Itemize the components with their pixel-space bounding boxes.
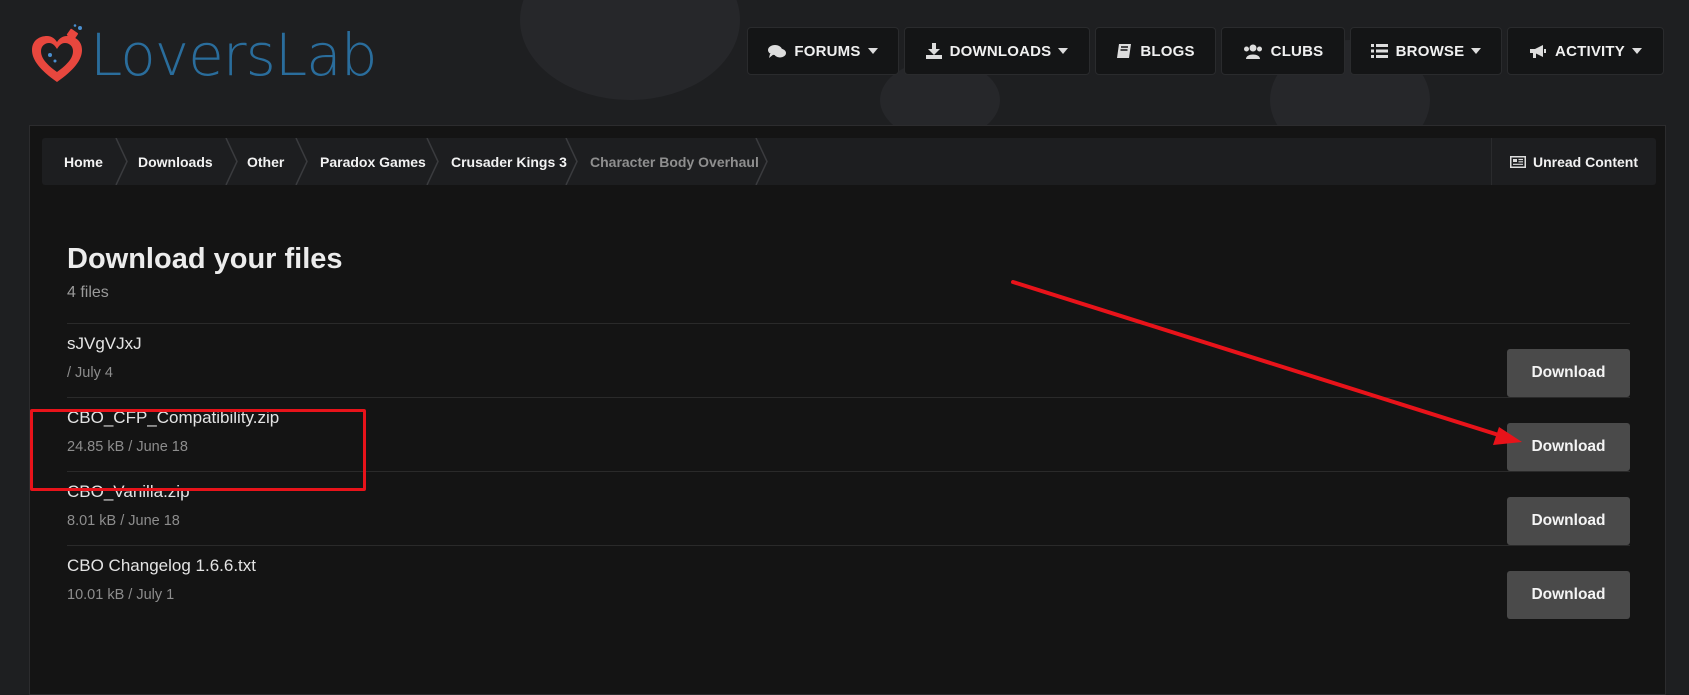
file-name: sJVgVJxJ xyxy=(67,334,142,353)
unread-content-link[interactable]: Unread Content xyxy=(1491,138,1656,185)
file-meta: 10.01 kB / July 1 xyxy=(67,587,175,603)
download-button-cbo-cfp-compatibility[interactable]: Download xyxy=(1507,423,1630,471)
nav-browse-label: BROWSE xyxy=(1395,42,1465,60)
site-logo[interactable]: LoversLab xyxy=(30,20,378,90)
file-row: CBO_CFP_Compatibility.zip 24.85 kB / Jun… xyxy=(67,398,1630,472)
chevron-down-icon xyxy=(867,48,878,54)
breadcrumb-separator xyxy=(295,138,308,185)
download-button-cbo-changelog[interactable]: Download xyxy=(1507,571,1630,619)
file-name: CBO_Vanilla.zip xyxy=(67,482,190,501)
nav-downloads[interactable]: DOWNLOADS xyxy=(904,27,1090,75)
nav-forums[interactable]: FORUMS xyxy=(747,27,899,75)
file-meta: 8.01 kB / June 18 xyxy=(67,513,180,529)
newspaper-icon xyxy=(1510,155,1526,168)
breadcrumb-crusader-kings-3[interactable]: Crusader Kings 3 xyxy=(451,138,567,185)
bullhorn-icon xyxy=(1529,44,1547,59)
file-row: sJVgVJxJ / July 4 xyxy=(67,324,1630,398)
file-meta: 24.85 kB / June 18 xyxy=(67,439,188,455)
file-name: CBO Changelog 1.6.6.txt xyxy=(67,556,257,575)
breadcrumb-separator xyxy=(426,138,439,185)
breadcrumb-paradox-games[interactable]: Paradox Games xyxy=(320,138,426,185)
file-meta: / July 4 xyxy=(67,365,113,381)
nav-browse[interactable]: BROWSE xyxy=(1350,27,1502,75)
nav-clubs[interactable]: CLUBS xyxy=(1221,27,1345,75)
comments-icon xyxy=(768,44,787,59)
list-icon xyxy=(1370,44,1388,58)
breadcrumb-separator xyxy=(565,138,578,185)
breadcrumb-separator xyxy=(755,138,768,185)
breadcrumb-separator xyxy=(225,138,238,185)
chevron-down-icon xyxy=(1058,48,1069,54)
file-row: CBO_Vanilla.zip 8.01 kB / June 18 xyxy=(67,472,1630,546)
nav-clubs-label: CLUBS xyxy=(1270,42,1324,60)
nav-activity-label: ACTIVITY xyxy=(1555,42,1625,60)
breadcrumb-separator xyxy=(115,138,128,185)
breadcrumb-other[interactable]: Other xyxy=(247,138,284,185)
heart-potion-icon xyxy=(30,24,84,86)
file-count: 4 files xyxy=(67,284,109,301)
nav-activity[interactable]: ACTIVITY xyxy=(1507,27,1664,75)
breadcrumb-current: Character Body Overhaul xyxy=(590,153,759,170)
chevron-down-icon xyxy=(1631,48,1642,54)
download-button-cbo-vanilla[interactable]: Download xyxy=(1507,497,1630,545)
nav-forums-label: FORUMS xyxy=(794,42,861,60)
file-name: CBO_CFP_Compatibility.zip xyxy=(67,408,280,427)
download-button-sjvgvjxj[interactable]: Download xyxy=(1507,349,1630,397)
file-row: CBO Changelog 1.6.6.txt 10.01 kB / July … xyxy=(67,546,1630,620)
breadcrumb-home[interactable]: Home xyxy=(64,138,103,185)
download-icon xyxy=(925,43,942,59)
breadcrumb-downloads[interactable]: Downloads xyxy=(138,138,213,185)
book-icon xyxy=(1116,43,1132,59)
nav-downloads-label: DOWNLOADS xyxy=(949,42,1052,60)
nav-blogs[interactable]: BLOGS xyxy=(1095,27,1216,75)
chevron-down-icon xyxy=(1471,48,1482,54)
nav-blogs-label: BLOGS xyxy=(1140,42,1195,60)
page-title: Download your files xyxy=(67,243,343,275)
breadcrumb: Home Downloads Other Paradox Games Crusa… xyxy=(42,138,1656,185)
main-panel: Home Downloads Other Paradox Games Crusa… xyxy=(29,125,1666,695)
site-header: LoversLab FORUMS DOWNLOADS BLOGS CLUBS B… xyxy=(0,0,1689,125)
main-nav: FORUMS DOWNLOADS BLOGS CLUBS BROWSE ACTI… xyxy=(747,27,1664,75)
unread-content-label: Unread Content xyxy=(1533,153,1638,170)
site-name: LoversLab xyxy=(90,21,378,89)
users-icon xyxy=(1243,44,1263,59)
